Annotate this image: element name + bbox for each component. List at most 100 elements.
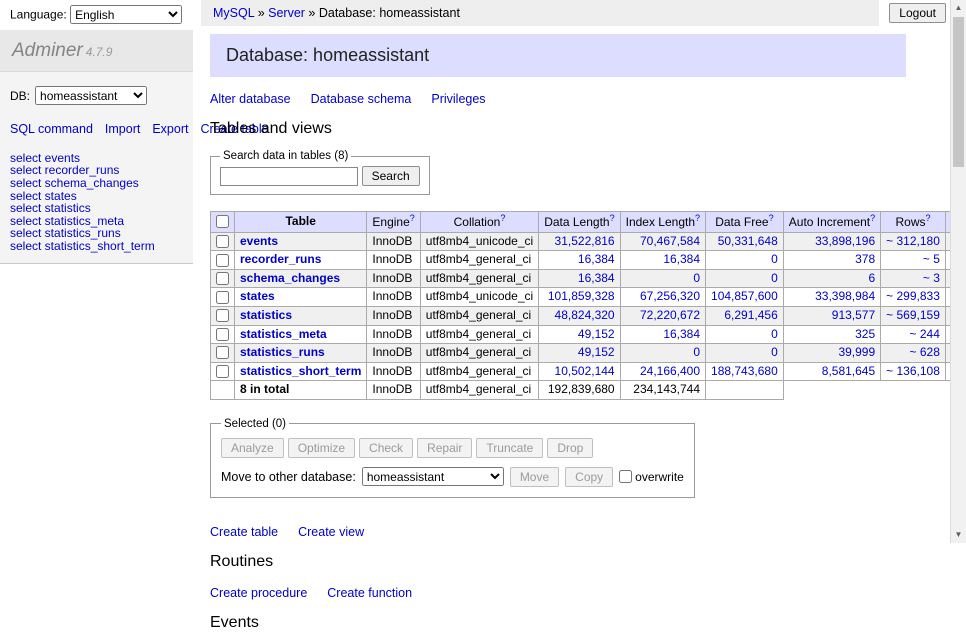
optimize-button[interactable]: Optimize (288, 438, 355, 458)
schema_changes-index-length-link[interactable]: 0 (693, 271, 700, 285)
recorder_runs-auto-increment-link[interactable]: 378 (855, 252, 875, 266)
statistics-data-length-link[interactable]: 48,824,320 (555, 308, 615, 322)
states-index-length-link[interactable]: 67,256,320 (640, 289, 700, 303)
move-db-select[interactable]: homeassistant (362, 467, 504, 486)
statistics_meta-index-length-link[interactable]: 16,384 (663, 327, 700, 341)
breadcrumb-server[interactable]: Server (268, 6, 305, 20)
events-index-length-link[interactable]: 70,467,584 (640, 234, 700, 248)
help-data-length-icon[interactable]: ? (610, 213, 615, 223)
logout-button[interactable]: Logout (889, 3, 946, 23)
breadcrumb-mysql[interactable]: MySQL (213, 6, 254, 20)
collation-cell: utf8mb4_unicode_ci (420, 288, 538, 307)
table-link-recorder_runs[interactable]: recorder_runs (240, 252, 321, 266)
truncate-button[interactable]: Truncate (476, 438, 543, 458)
statistics_runs-auto-increment-link[interactable]: 39,999 (838, 345, 875, 359)
table-link-events[interactable]: events (240, 234, 278, 248)
scrollbar[interactable]: ▲ ▼ (950, 0, 966, 543)
search-button[interactable]: Search (362, 166, 420, 186)
statistics_meta-auto-increment-link[interactable]: 325 (855, 327, 875, 341)
link-create-table[interactable]: Create table (210, 525, 278, 539)
row-checkbox-statistics[interactable] (216, 309, 229, 322)
statistics_runs-data-length-link[interactable]: 49,152 (578, 345, 615, 359)
help-collation-icon[interactable]: ? (500, 213, 505, 223)
help-auto-increment-icon[interactable]: ? (870, 213, 875, 223)
drop-button[interactable]: Drop (547, 438, 593, 458)
select-all-checkbox[interactable] (216, 215, 229, 228)
schema_changes-data-length-link[interactable]: 16,384 (578, 271, 615, 285)
statistics_runs-data-free-link[interactable]: 0 (771, 345, 778, 359)
help-rows-icon[interactable]: ? (926, 213, 931, 223)
overwrite-checkbox[interactable] (619, 470, 632, 483)
link-create-procedure[interactable]: Create procedure (210, 586, 307, 600)
row-checkbox-statistics_runs[interactable] (216, 346, 229, 359)
schema_changes-data-free-link[interactable]: 0 (771, 271, 778, 285)
scroll-up-icon[interactable]: ▲ (951, 0, 966, 16)
statistics_short_term-auto-increment-link[interactable]: 8,581,645 (822, 364, 875, 378)
statistics_runs-index-length-link[interactable]: 0 (693, 345, 700, 359)
statistics-rows-link[interactable]: ~ 569,159 (886, 308, 940, 322)
states-rows-link[interactable]: ~ 299,833 (886, 289, 940, 303)
events-data-free-link[interactable]: 50,331,648 (718, 234, 778, 248)
engine-cell: InnoDB (367, 325, 420, 344)
recorder_runs-index-length-link[interactable]: 16,384 (663, 252, 700, 266)
sidebar-link-import[interactable]: Import (105, 122, 140, 136)
recorder_runs-data-length-link[interactable]: 16,384 (578, 252, 615, 266)
tables-heading: Tables and views (210, 120, 906, 138)
statistics_meta-data-free-link[interactable]: 0 (771, 327, 778, 341)
events-auto-increment-link[interactable]: 33,898,196 (815, 234, 875, 248)
table-link-schema_changes[interactable]: schema_changes (240, 271, 340, 285)
language-select[interactable]: English (70, 5, 182, 24)
move-button[interactable]: Move (510, 467, 559, 487)
help-engine-icon[interactable]: ? (410, 213, 415, 223)
help-data-free-icon[interactable]: ? (769, 213, 774, 223)
states-data-free-link[interactable]: 104,857,600 (711, 289, 778, 303)
row-checkbox-events[interactable] (216, 235, 229, 248)
statistics-data-free-link[interactable]: 6,291,456 (724, 308, 777, 322)
engine-cell: InnoDB (367, 344, 420, 363)
table-link-statistics[interactable]: statistics (240, 308, 292, 322)
link-privileges[interactable]: Privileges (431, 92, 485, 106)
statistics_meta-rows-link[interactable]: ~ 244 (910, 327, 940, 341)
recorder_runs-data-free-link[interactable]: 0 (771, 252, 778, 266)
statistics_short_term-index-length-link[interactable]: 24,166,400 (640, 364, 700, 378)
statistics_runs-rows-link[interactable]: ~ 628 (910, 345, 940, 359)
schema_changes-auto-increment-link[interactable]: 6 (868, 271, 875, 285)
analyze-button[interactable]: Analyze (221, 438, 284, 458)
link-database-schema[interactable]: Database schema (311, 92, 412, 106)
row-checkbox-statistics_short_term[interactable] (216, 365, 229, 378)
table-link-states[interactable]: states (240, 289, 275, 303)
statistics_meta-data-length-link[interactable]: 49,152 (578, 327, 615, 341)
statistics_short_term-data-length-link[interactable]: 10,502,144 (555, 364, 615, 378)
statistics-auto-increment-link[interactable]: 913,577 (832, 308, 875, 322)
events-data-length-link[interactable]: 31,522,816 (555, 234, 615, 248)
link-create-function[interactable]: Create function (327, 586, 412, 600)
search-input[interactable] (220, 167, 358, 186)
repair-button[interactable]: Repair (417, 438, 472, 458)
check-button[interactable]: Check (359, 438, 413, 458)
states-data-length-link[interactable]: 101,859,328 (548, 289, 615, 303)
recorder_runs-rows-link[interactable]: ~ 5 (923, 252, 940, 266)
scrollbar-thumb[interactable] (953, 17, 964, 167)
help-index-length-icon[interactable]: ? (695, 213, 700, 223)
link-alter-database[interactable]: Alter database (210, 92, 291, 106)
sidebar-link-sql-command[interactable]: SQL command (10, 122, 93, 136)
copy-button[interactable]: Copy (565, 467, 613, 487)
link-create-view[interactable]: Create view (298, 525, 364, 539)
statistics-index-length-link[interactable]: 72,220,672 (640, 308, 700, 322)
statistics_short_term-rows-link[interactable]: ~ 136,108 (886, 364, 940, 378)
scroll-down-icon[interactable]: ▼ (951, 527, 966, 543)
events-rows-link[interactable]: ~ 312,180 (886, 234, 940, 248)
states-auto-increment-link[interactable]: 33,398,984 (815, 289, 875, 303)
sidebar-select-statistics-short-term[interactable]: select statistics_short_term (10, 239, 155, 253)
row-checkbox-schema_changes[interactable] (216, 272, 229, 285)
row-checkbox-states[interactable] (216, 291, 229, 304)
table-link-statistics_short_term[interactable]: statistics_short_term (240, 364, 361, 378)
statistics_short_term-data-free-link[interactable]: 188,743,680 (711, 364, 778, 378)
sidebar-link-export[interactable]: Export (152, 122, 188, 136)
schema_changes-rows-link[interactable]: ~ 3 (923, 271, 940, 285)
db-select[interactable]: homeassistant (35, 86, 147, 105)
table-link-statistics_meta[interactable]: statistics_meta (240, 327, 327, 341)
table-link-statistics_runs[interactable]: statistics_runs (240, 345, 325, 359)
row-checkbox-recorder_runs[interactable] (216, 254, 229, 267)
row-checkbox-statistics_meta[interactable] (216, 328, 229, 341)
